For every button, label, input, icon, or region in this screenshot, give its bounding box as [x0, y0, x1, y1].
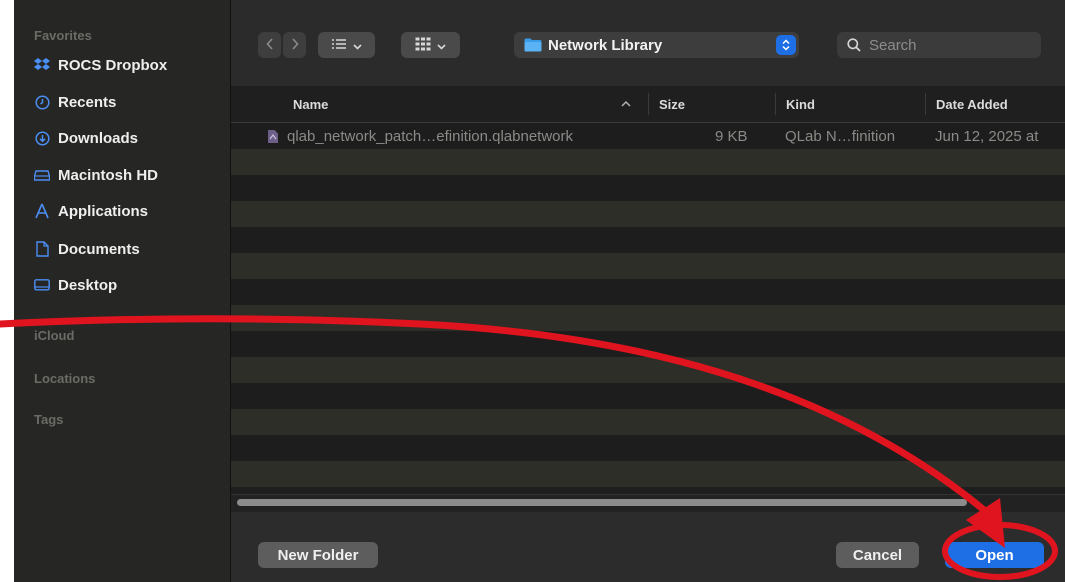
file-name: qlab_network_patch…efinition.qlabnetwork	[287, 127, 574, 145]
toolbar: Network Library	[231, 0, 1065, 86]
chevron-right-icon	[291, 37, 299, 53]
download-icon	[34, 130, 50, 146]
sidebar-item-label: Documents	[58, 240, 140, 258]
empty-row	[231, 435, 1065, 461]
desktop-icon	[34, 277, 50, 293]
sidebar-item-documents[interactable]: Documents	[34, 236, 140, 262]
sidebar: Favorites ROCS Dropbox Recents Downloads…	[14, 0, 231, 582]
dropbox-icon	[34, 57, 50, 73]
sidebar-item-macintosh-hd[interactable]: Macintosh HD	[34, 162, 158, 188]
sidebar-item-downloads[interactable]: Downloads	[34, 125, 138, 151]
sidebar-item-label: Macintosh HD	[58, 166, 159, 184]
chevron-down-icon	[353, 38, 362, 53]
empty-row	[231, 461, 1065, 487]
table-row[interactable]: qlab_network_patch…efinition.qlabnetwork…	[231, 123, 1065, 149]
sidebar-item-rocs-dropbox[interactable]: ROCS Dropbox	[34, 52, 167, 78]
horizontal-scrollbar-thumb[interactable]	[237, 499, 967, 506]
clock-icon	[34, 94, 50, 110]
empty-row	[231, 305, 1065, 331]
sidebar-item-applications[interactable]: Applications	[34, 198, 148, 224]
sidebar-item-label: Downloads	[58, 129, 139, 147]
empty-row	[231, 279, 1065, 305]
search-input[interactable]	[867, 35, 1031, 55]
search-field[interactable]	[837, 32, 1041, 58]
column-header-label: Size	[659, 96, 686, 112]
up-down-chevron-icon	[776, 35, 796, 55]
forward-button[interactable]	[283, 32, 306, 58]
column-header-kind[interactable]: Kind	[775, 93, 815, 115]
back-button[interactable]	[258, 32, 281, 58]
empty-row	[231, 357, 1065, 383]
empty-row	[231, 201, 1065, 227]
empty-row	[231, 409, 1065, 435]
sort-ascending-icon[interactable]	[621, 86, 631, 122]
sidebar-item-label: Applications	[58, 202, 149, 220]
column-header-label: Name	[293, 96, 329, 112]
empty-row	[231, 383, 1065, 409]
sidebar-item-recents[interactable]: Recents	[34, 89, 116, 115]
column-header-date-added[interactable]: Date Added	[925, 93, 1008, 115]
empty-row	[231, 149, 1065, 175]
column-header-label: Date Added	[936, 96, 1008, 112]
file-kind: QLab N…finition	[785, 127, 896, 145]
file-icon	[267, 123, 279, 149]
folder-icon	[524, 38, 542, 52]
column-headers: Name Size Kind Date Added	[231, 86, 1065, 123]
favorites-heading: Favorites	[34, 28, 92, 43]
sidebar-item-label: ROCS Dropbox	[58, 56, 168, 74]
new-folder-button[interactable]: New Folder	[258, 542, 378, 568]
grid-icon	[415, 37, 431, 54]
disk-icon	[34, 167, 50, 183]
empty-row	[231, 253, 1065, 279]
empty-row	[231, 331, 1065, 357]
document-icon	[34, 241, 50, 257]
cancel-button[interactable]: Cancel	[836, 542, 919, 568]
file-list: qlab_network_patch…efinition.qlabnetwork…	[231, 123, 1065, 491]
tags-heading: Tags	[34, 412, 64, 427]
locations-heading: Locations	[34, 371, 96, 386]
icloud-heading: iCloud	[34, 328, 75, 343]
gallery-view-button[interactable]	[401, 32, 460, 58]
empty-row	[231, 227, 1065, 253]
file-size: 9 KB	[715, 127, 748, 145]
chevron-down-icon	[437, 38, 446, 53]
list-icon	[331, 38, 347, 53]
dialog-footer: New Folder Cancel Open	[231, 512, 1065, 582]
open-button[interactable]: Open	[945, 542, 1044, 568]
list-view-button[interactable]	[318, 32, 375, 58]
chevron-left-icon	[265, 37, 274, 53]
location-popup[interactable]: Network Library	[514, 32, 799, 58]
sidebar-item-label: Desktop	[58, 276, 118, 294]
sidebar-item-desktop[interactable]: Desktop	[34, 272, 117, 298]
open-file-dialog: Favorites ROCS Dropbox Recents Downloads…	[14, 0, 1065, 582]
search-icon	[847, 38, 861, 52]
sidebar-item-label: Recents	[58, 93, 117, 111]
column-header-label: Kind	[786, 96, 815, 112]
empty-row	[231, 175, 1065, 201]
applications-icon	[34, 203, 50, 219]
column-header-size[interactable]: Size	[648, 93, 685, 115]
column-header-name[interactable]: Name	[293, 86, 328, 122]
location-label: Network Library	[548, 36, 663, 54]
file-date-added: Jun 12, 2025 at	[935, 127, 1039, 145]
